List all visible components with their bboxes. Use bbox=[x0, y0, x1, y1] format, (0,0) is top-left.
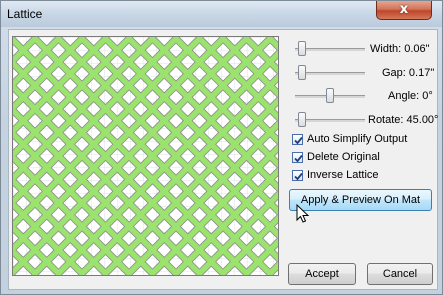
window-title: Lattice bbox=[7, 7, 43, 21]
mouse-pointer-icon bbox=[296, 204, 310, 223]
delete-original-label: Delete Original bbox=[307, 151, 380, 163]
checkmark-icon bbox=[294, 172, 303, 181]
title-bar[interactable]: Lattice x bbox=[1, 1, 442, 27]
checkmark-icon bbox=[294, 154, 303, 163]
close-button[interactable]: x bbox=[376, 1, 432, 20]
width-slider[interactable]: Width: 0.06" bbox=[289, 40, 439, 58]
inverse-lattice-checkbox[interactable] bbox=[292, 170, 303, 181]
gap-slider[interactable]: Gap: 0.17" bbox=[289, 64, 439, 82]
lattice-preview bbox=[12, 36, 279, 276]
width-label: Width: 0.06" bbox=[370, 43, 430, 55]
auto-simplify-checkbox[interactable] bbox=[292, 134, 303, 145]
delete-original-checkbox[interactable] bbox=[292, 152, 303, 163]
gap-label: Gap: 0.17" bbox=[382, 67, 435, 79]
auto-simplify-label: Auto Simplify Output bbox=[307, 133, 408, 145]
slider-thumb[interactable] bbox=[298, 41, 307, 56]
slider-thumb[interactable] bbox=[326, 88, 334, 103]
cancel-button[interactable]: Cancel bbox=[367, 263, 433, 285]
angle-slider[interactable]: Angle: 0° bbox=[289, 87, 439, 105]
slider-thumb[interactable] bbox=[298, 65, 307, 80]
rotate-slider[interactable]: Rotate: 45.00° bbox=[289, 111, 439, 129]
rotate-label: Rotate: 45.00° bbox=[368, 114, 439, 126]
accept-button[interactable]: Accept bbox=[288, 263, 356, 285]
slider-thumb[interactable] bbox=[298, 112, 307, 127]
checkmark-icon bbox=[294, 136, 303, 145]
close-icon: x bbox=[399, 2, 409, 17]
apply-preview-button[interactable]: Apply & Preview On Mat bbox=[289, 189, 432, 211]
angle-label: Angle: 0° bbox=[388, 90, 433, 102]
inverse-lattice-label: Inverse Lattice bbox=[307, 169, 379, 181]
